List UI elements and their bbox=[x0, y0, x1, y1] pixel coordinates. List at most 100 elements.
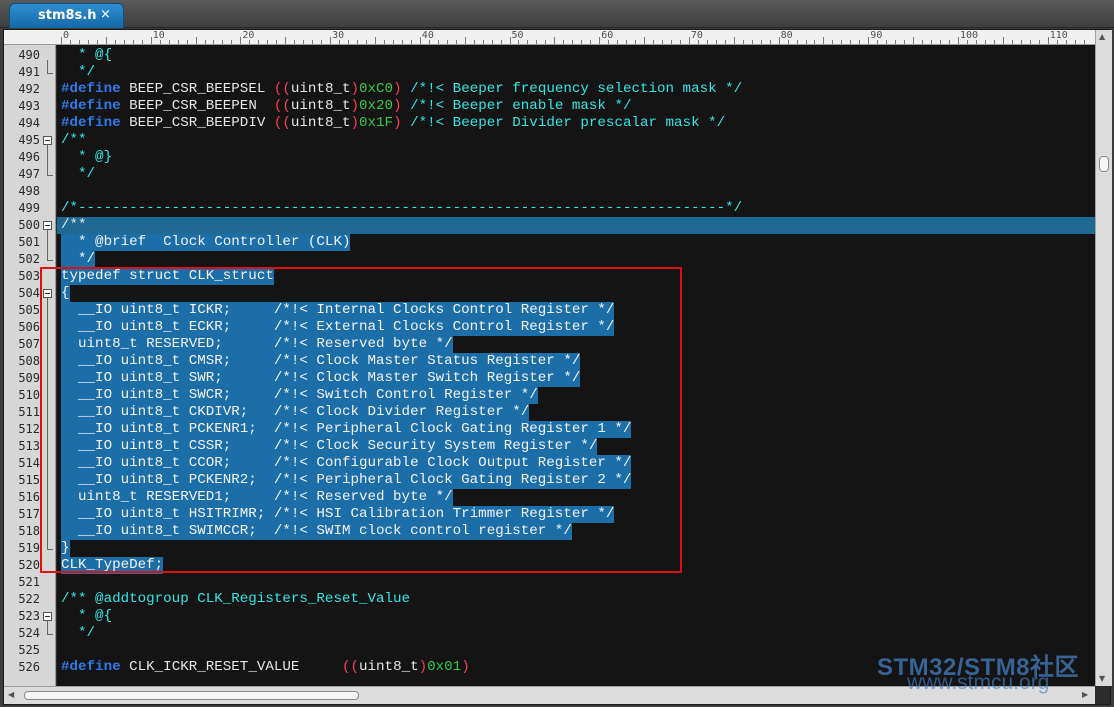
code-line[interactable]: /** bbox=[57, 132, 1095, 149]
line-number: 507 bbox=[18, 337, 40, 351]
line-number: 513 bbox=[18, 439, 40, 453]
line-number: 506 bbox=[18, 320, 40, 334]
code-line[interactable]: __IO uint8_t ECKR; /*!< External Clocks … bbox=[57, 319, 1095, 336]
code-line[interactable]: */ bbox=[57, 625, 1095, 642]
code-text: } bbox=[61, 540, 70, 557]
fold-collapse-icon[interactable] bbox=[43, 612, 52, 621]
code-line[interactable]: uint8_t RESERVED; /*!< Reserved byte */ bbox=[57, 336, 1095, 353]
code-token: __IO uint8_t CCOR; /*!< Configurable Clo… bbox=[61, 455, 632, 471]
code-line[interactable]: __IO uint8_t CKDIVR; /*!< Clock Divider … bbox=[57, 404, 1095, 421]
code-line[interactable]: #define BEEP_CSR_BEEPDIV ((uint8_t)0x1F)… bbox=[57, 115, 1095, 132]
fold-guide-end bbox=[47, 175, 53, 176]
code-token: __IO uint8_t PCKENR1; /*!< Peripheral Cl… bbox=[61, 421, 632, 437]
code-text: typedef struct CLK_struct bbox=[61, 268, 274, 285]
close-icon[interactable]: × bbox=[100, 7, 111, 22]
fold-collapse-icon[interactable] bbox=[43, 221, 52, 230]
code-line[interactable]: __IO uint8_t SWCR; /*!< Switch Control R… bbox=[57, 387, 1095, 404]
code-line[interactable]: /** bbox=[57, 217, 1095, 234]
horizontal-scrollbar[interactable]: ◀ ▶ bbox=[4, 686, 1095, 704]
line-number: 505 bbox=[18, 303, 40, 317]
horizontal-scroll-thumb[interactable] bbox=[24, 691, 359, 700]
code-token: #define bbox=[61, 98, 121, 114]
code-text: { bbox=[61, 285, 70, 302]
scroll-right-icon[interactable]: ▶ bbox=[1082, 690, 1088, 699]
gutter-row: 516 bbox=[4, 489, 56, 506]
vertical-scroll-thumb[interactable] bbox=[1099, 156, 1109, 172]
code-line[interactable]: typedef struct CLK_struct bbox=[57, 268, 1095, 285]
ruler-label: 40 bbox=[421, 30, 434, 41]
ruler-tick bbox=[599, 37, 601, 44]
line-number: 496 bbox=[18, 150, 40, 164]
code-token: (( bbox=[273, 115, 291, 131]
code-line[interactable]: * @} bbox=[57, 149, 1095, 166]
gutter-row: 493 bbox=[4, 98, 56, 115]
code-line[interactable]: __IO uint8_t CMSR; /*!< Clock Master Sta… bbox=[57, 353, 1095, 370]
code-token: __IO uint8_t SWIMCCR; /*!< SWIM clock co… bbox=[61, 523, 572, 539]
code-line[interactable]: */ bbox=[57, 166, 1095, 183]
code-token: (( bbox=[273, 98, 291, 114]
fold-guide-end bbox=[47, 634, 53, 635]
code-token: 0x1F bbox=[359, 115, 394, 131]
code-token: BEEP_CSR_BEEPEN bbox=[120, 98, 274, 114]
code-text: __IO uint8_t CSSR; /*!< Clock Security S… bbox=[61, 438, 598, 455]
code-line[interactable]: __IO uint8_t CSSR; /*!< Clock Security S… bbox=[57, 438, 1095, 455]
code-line[interactable]: } bbox=[57, 540, 1095, 557]
code-token: 0x01 bbox=[427, 659, 462, 675]
code-line[interactable]: */ bbox=[57, 251, 1095, 268]
scroll-left-icon[interactable]: ◀ bbox=[8, 690, 14, 699]
code-token: */ bbox=[61, 625, 96, 641]
code-line[interactable]: * @{ bbox=[57, 608, 1095, 625]
code-editor[interactable]: 0 10 20 30 40 50 60 70 80 90 100 110 490 491 492 493 49… bbox=[3, 29, 1112, 705]
code-line[interactable]: #define CLK_ICKR_RESET_VALUE ((uint8_t)0… bbox=[57, 659, 1095, 676]
code-token: BEEP_CSR_BEEPSEL bbox=[120, 81, 274, 97]
code-line[interactable]: #define BEEP_CSR_BEEPEN ((uint8_t)0x20) … bbox=[57, 98, 1095, 115]
code-line[interactable]: /** @addtogroup CLK_Registers_Reset_Valu… bbox=[57, 591, 1095, 608]
code-token: __IO uint8_t SWR; /*!< Clock Master Swit… bbox=[61, 370, 581, 386]
code-line[interactable]: */ bbox=[57, 64, 1095, 81]
code-token: __IO uint8_t CMSR; /*!< Clock Master Sta… bbox=[61, 353, 581, 369]
code-line[interactable] bbox=[57, 574, 1095, 591]
code-line[interactable]: * @{ bbox=[57, 47, 1095, 64]
line-number: 510 bbox=[18, 388, 40, 402]
code-line[interactable]: { bbox=[57, 285, 1095, 302]
code-token: ) bbox=[350, 98, 360, 114]
code-line[interactable]: __IO uint8_t SWIMCCR; /*!< SWIM clock co… bbox=[57, 523, 1095, 540]
gutter-row: 496 bbox=[4, 149, 56, 166]
code-text: CLK_TypeDef; bbox=[61, 557, 164, 574]
code-text-area[interactable]: * @{ */#define BEEP_CSR_BEEPSEL ((uint8_… bbox=[57, 45, 1095, 686]
scroll-up-icon[interactable]: ▲ bbox=[1099, 32, 1105, 41]
vertical-scrollbar[interactable]: ▲ ▼ bbox=[1095, 30, 1112, 686]
code-line[interactable]: #define BEEP_CSR_BEEPSEL ((uint8_t)0xC0)… bbox=[57, 81, 1095, 98]
ruler-tick bbox=[644, 37, 646, 44]
gutter-row: 501 bbox=[4, 234, 56, 251]
scroll-down-icon[interactable]: ▼ bbox=[1099, 674, 1105, 683]
column-ruler: 0 10 20 30 40 50 60 70 80 90 100 110 bbox=[4, 30, 1095, 45]
fold-guide bbox=[47, 621, 48, 634]
code-text: __IO uint8_t CMSR; /*!< Clock Master Sta… bbox=[61, 353, 581, 370]
code-token: BEEP_CSR_BEEPDIV bbox=[120, 115, 274, 131]
code-text: #define CLK_ICKR_RESET_VALUE ((uint8_t)0… bbox=[61, 659, 470, 676]
code-line[interactable] bbox=[57, 642, 1095, 659]
code-line[interactable]: __IO uint8_t PCKENR2; /*!< Peripheral Cl… bbox=[57, 472, 1095, 489]
code-line[interactable]: __IO uint8_t HSITRIMR; /*!< HSI Calibrat… bbox=[57, 506, 1095, 523]
code-line[interactable]: __IO uint8_t CCOR; /*!< Configurable Clo… bbox=[57, 455, 1095, 472]
code-token: #define bbox=[61, 115, 121, 131]
code-line[interactable]: __IO uint8_t ICKR; /*!< Internal Clocks … bbox=[57, 302, 1095, 319]
ruler-tick bbox=[464, 37, 466, 44]
fold-collapse-icon[interactable] bbox=[43, 136, 52, 145]
tab-stm8s-h[interactable]: stm8s.h × bbox=[9, 3, 124, 28]
code-token: ) bbox=[393, 115, 402, 131]
fold-guide-end bbox=[47, 260, 53, 261]
line-number: 495 bbox=[18, 133, 40, 147]
code-line[interactable] bbox=[57, 183, 1095, 200]
code-token: uint8_t bbox=[290, 98, 351, 114]
code-line[interactable]: __IO uint8_t PCKENR1; /*!< Peripheral Cl… bbox=[57, 421, 1095, 438]
code-line[interactable]: uint8_t RESERVED1; /*!< Reserved byte */ bbox=[57, 489, 1095, 506]
code-line[interactable]: CLK_TypeDef; bbox=[57, 557, 1095, 574]
code-line[interactable]: __IO uint8_t SWR; /*!< Clock Master Swit… bbox=[57, 370, 1095, 387]
line-number: 499 bbox=[18, 201, 40, 215]
fold-collapse-icon[interactable] bbox=[43, 289, 52, 298]
code-line[interactable]: /*--------------------------------------… bbox=[57, 200, 1095, 217]
code-line[interactable]: * @brief Clock Controller (CLK) bbox=[57, 234, 1095, 251]
fold-guide bbox=[47, 60, 48, 73]
